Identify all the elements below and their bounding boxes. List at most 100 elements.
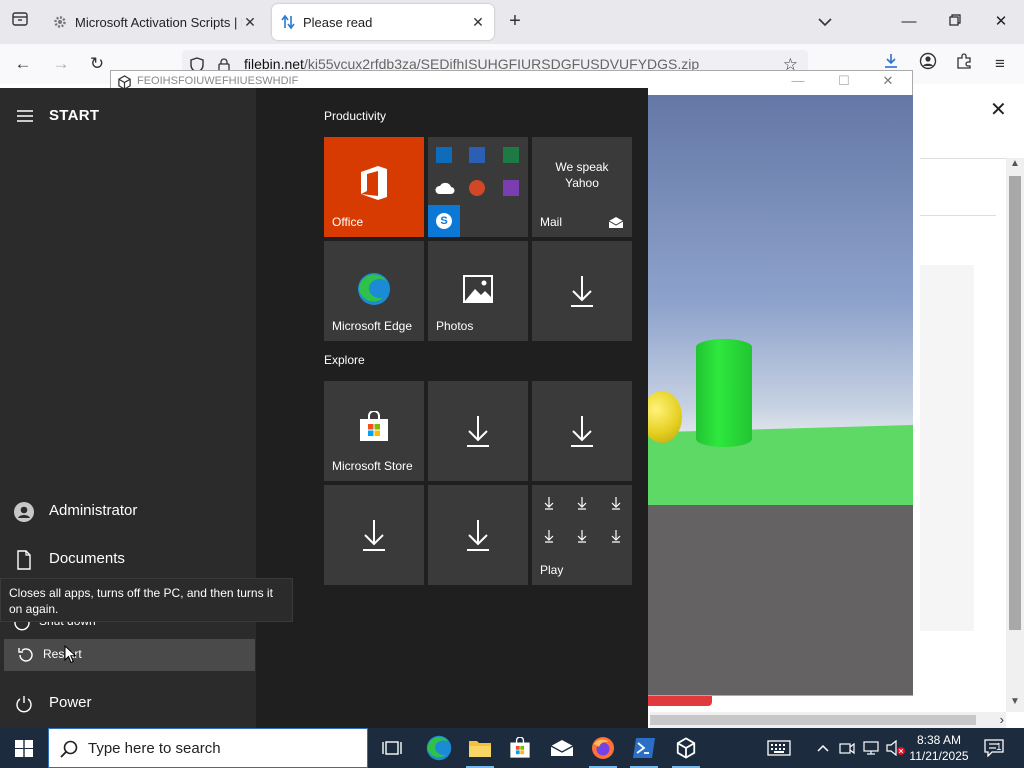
tray-volume-muted[interactable] (884, 728, 908, 768)
tab-overview-icon[interactable] (8, 10, 32, 34)
maximize-window-icon[interactable]: ☐ (831, 73, 857, 93)
tile-pending-download[interactable] (324, 485, 424, 585)
word-mini-icon (469, 147, 485, 163)
scroll-right-arrow-icon[interactable]: › (1000, 712, 1004, 727)
taskbar-app-unity-game[interactable] (666, 728, 706, 768)
download-icon (363, 520, 385, 551)
powerpoint-mini-icon (469, 180, 485, 196)
close-window-icon[interactable]: ✕ (875, 73, 901, 93)
sort-arrows-favicon-icon (280, 14, 296, 30)
tile-photos[interactable]: Photos (428, 241, 528, 341)
account-icon[interactable] (915, 52, 941, 76)
minimize-window-icon[interactable]: — (785, 73, 811, 93)
tile-pending-download[interactable] (428, 381, 528, 481)
clock-time: 8:38 AM (916, 733, 962, 747)
back-arrow-icon[interactable]: ← (10, 52, 36, 76)
download-icon (467, 520, 489, 551)
tile-label: Mail (540, 215, 563, 229)
restore-window-icon[interactable] (940, 8, 970, 36)
group-label-explore: Explore (324, 353, 365, 367)
taskbar-search-box[interactable]: Type here to search (48, 728, 368, 768)
firefox-icon (592, 737, 614, 759)
skype-mini-icon: S (436, 213, 452, 229)
desktop-screen: Microsoft Activation Scripts | M ✕ Pleas… (0, 0, 1024, 768)
tile-pending-download[interactable] (428, 485, 528, 585)
taskbar-clock[interactable]: 8:38 AM 11/21/2025 (906, 732, 972, 764)
mail-headline: We speak Yahoo (555, 160, 609, 190)
tab-please-read[interactable]: Please read ✕ (272, 4, 494, 40)
tile-office-apps-folder[interactable]: S (428, 137, 528, 237)
task-view-button[interactable] (372, 728, 412, 768)
clock-date: 11/21/2025 (909, 749, 969, 763)
rail-item-user[interactable]: Administrator (0, 492, 256, 532)
reload-icon[interactable]: ↻ (84, 52, 110, 76)
rail-item-documents[interactable]: Documents (0, 540, 256, 580)
app-menu-hamburger-icon[interactable]: ≡ (987, 52, 1013, 76)
close-tab-icon[interactable]: ✕ (242, 14, 258, 31)
vertical-scrollbar[interactable]: ▲ ▼ (1006, 158, 1024, 712)
tile-label: Microsoft Store (332, 459, 413, 473)
powershell-icon (633, 738, 655, 758)
taskbar-app-powershell[interactable] (624, 728, 664, 768)
close-window-icon[interactable]: ✕ (986, 8, 1016, 36)
office-icon (361, 166, 387, 200)
scroll-down-arrow-icon[interactable]: ▼ (1008, 696, 1022, 712)
hamburger-menu-icon[interactable] (16, 108, 34, 124)
scroll-up-arrow-icon[interactable]: ▲ (1008, 158, 1022, 174)
tile-pending-download[interactable] (532, 381, 632, 481)
tab-title: Microsoft Activation Scripts | M (75, 14, 242, 30)
horizontal-scrollbar[interactable]: › (650, 712, 1006, 728)
onedrive-mini-icon (435, 182, 455, 194)
close-tab-icon[interactable]: ✕ (470, 14, 486, 31)
show-hidden-icons-chevron[interactable] (812, 728, 834, 768)
tile-label: Photos (436, 319, 474, 333)
volume-muted-icon (886, 740, 905, 756)
taskbar-app-store[interactable] (500, 728, 540, 768)
keyboard-icon (767, 740, 791, 756)
list-tabs-chevron-icon[interactable] (814, 12, 836, 32)
group-label-productivity: Productivity (324, 109, 387, 123)
restart-option[interactable]: Restart (4, 639, 255, 671)
start-menu: START Administrator Documents Shut down (0, 88, 648, 728)
scrollbar-thumb[interactable] (650, 715, 976, 725)
excel-mini-icon (503, 147, 519, 163)
scene-green-cylinder (696, 339, 752, 447)
tile-microsoft-edge[interactable]: Microsoft Edge (324, 241, 424, 341)
taskbar-app-edge[interactable] (419, 728, 459, 768)
tab-title: Please read (303, 14, 373, 30)
tray-network[interactable] (860, 728, 882, 768)
tile-microsoft-store[interactable]: Microsoft Store (324, 381, 424, 481)
start-header: START (49, 107, 100, 124)
tile-office[interactable]: Office (324, 137, 424, 237)
tile-pending-download[interactable] (532, 241, 632, 341)
tile-play-folder[interactable]: Play (532, 485, 632, 585)
mail-envelope-icon (550, 740, 574, 756)
mouse-cursor-icon (64, 645, 77, 664)
folder-icon (469, 741, 491, 757)
restart-icon (18, 648, 33, 662)
tray-webcam[interactable] (836, 728, 858, 768)
taskbar-app-mail[interactable] (542, 728, 582, 768)
scene-yellow-sphere (642, 391, 682, 443)
scrollbar-thumb[interactable] (1009, 176, 1021, 630)
rail-item-power[interactable]: Power (0, 684, 256, 724)
onenote-mini-icon (503, 180, 519, 196)
start-button[interactable] (0, 728, 48, 768)
download-icon (571, 416, 593, 447)
extensions-puzzle-icon[interactable] (951, 52, 977, 76)
store-icon (510, 737, 530, 758)
mail-envelope-icon (608, 217, 624, 228)
game-window-title: FEOIHSFOIUWEFHIUESWHDIF (137, 75, 299, 87)
play-folder-downloads-icon (544, 497, 621, 543)
forward-arrow-icon[interactable]: → (48, 52, 74, 76)
taskbar-app-firefox[interactable] (583, 728, 623, 768)
modal-close-icon[interactable]: ✕ (990, 97, 1007, 122)
tab-activation-scripts[interactable]: Microsoft Activation Scripts | M ✕ (44, 4, 266, 40)
minimize-window-icon[interactable]: — (894, 8, 924, 36)
taskbar-app-file-explorer[interactable] (460, 728, 500, 768)
new-tab-plus-icon[interactable]: + (504, 10, 526, 32)
action-center-button[interactable]: 1 (980, 728, 1008, 768)
page-grey-panel (920, 265, 974, 631)
touch-keyboard-button[interactable] (762, 728, 796, 768)
tile-mail[interactable]: We speak Yahoo Mail (532, 137, 632, 237)
